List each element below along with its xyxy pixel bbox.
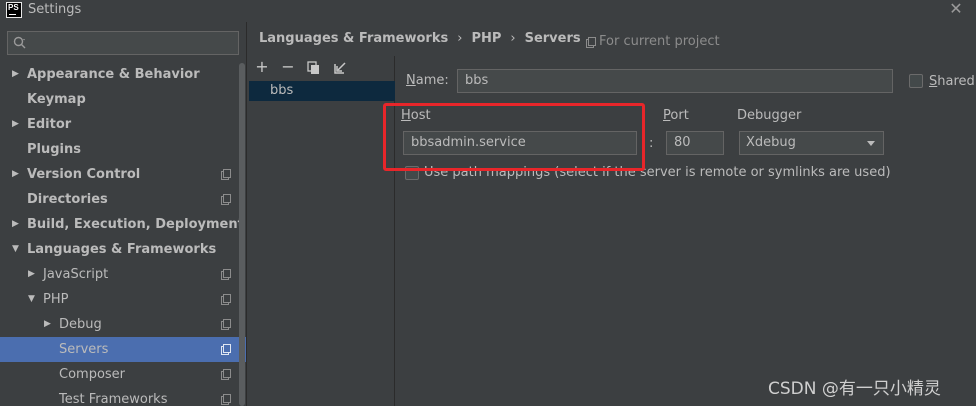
breadcrumb-separator: › — [457, 31, 463, 46]
search-icon — [13, 36, 26, 49]
breadcrumb: Languages & Frameworks › PHP › Servers — [259, 31, 581, 49]
chevron-down-icon[interactable]: ▼ — [28, 287, 40, 312]
breadcrumb-item: PHP — [471, 31, 502, 46]
import-icon — [334, 62, 346, 74]
chevron-right-icon[interactable]: ▶ — [28, 262, 40, 287]
tree-item-languages-frameworks[interactable]: ▼ Languages & Frameworks — [0, 237, 246, 262]
copy-icon — [307, 61, 319, 74]
port-input[interactable]: 80 — [666, 131, 724, 155]
tree-item-label: Editor — [27, 117, 72, 132]
tree-item-editor[interactable]: ▶ Editor — [0, 112, 246, 137]
add-server-button[interactable]: + — [253, 59, 271, 77]
shared-label[interactable]: Shared — [929, 74, 975, 89]
chevron-down-icon — [867, 141, 875, 146]
copy-server-button[interactable] — [305, 59, 323, 77]
tree-item-test-frameworks[interactable]: Test Frameworks — [0, 387, 246, 406]
chevron-down-icon[interactable]: ▼ — [12, 237, 24, 262]
title-bar: PS Settings ✕ — [0, 0, 976, 22]
settings-tree-panel: ▶ Appearance & Behavior Keymap ▶ Editor Plugi… — [0, 22, 247, 406]
remove-server-button[interactable]: − — [279, 59, 297, 77]
name-label: Name: — [406, 73, 449, 88]
tree-item-directories[interactable]: Directories — [0, 187, 246, 212]
highlight-annotation — [383, 103, 645, 171]
tree-item-label: Plugins — [27, 142, 81, 157]
port-colon: : — [649, 136, 654, 151]
watermark: CSDN @有一只小精灵 — [768, 379, 941, 399]
tree-item-label: Composer — [59, 367, 126, 382]
tree-item-version-control[interactable]: ▶ Version Control — [0, 162, 246, 187]
settings-search-input[interactable] — [7, 31, 239, 55]
tree-item-debug[interactable]: ▶ Debug — [0, 312, 246, 337]
shared-checkbox[interactable] — [909, 74, 923, 88]
project-scope-icon — [221, 344, 231, 355]
window-title: Settings — [28, 2, 82, 17]
close-icon[interactable]: ✕ — [946, 0, 966, 20]
tree-item-label: Version Control — [27, 167, 141, 182]
tree-item-label: Appearance & Behavior — [27, 67, 200, 82]
phpstorm-logo-icon: PS — [6, 2, 22, 18]
tree-item-php[interactable]: ▼ PHP — [0, 287, 246, 312]
for-current-project-text: For current project — [599, 34, 720, 49]
tree-item-plugins[interactable]: Plugins — [0, 137, 246, 162]
tree-item-servers[interactable]: Servers — [0, 337, 246, 362]
tree-item-build-execution-deployment[interactable]: ▶ Build, Execution, Deployment — [0, 212, 246, 237]
breadcrumb-item: Servers — [524, 31, 581, 46]
tree-item-composer[interactable]: Composer — [0, 362, 246, 387]
project-scope-icon — [221, 394, 231, 405]
project-scope-icon — [586, 37, 596, 48]
chevron-right-icon[interactable]: ▶ — [12, 112, 24, 137]
tree-item-label: Debug — [59, 317, 102, 332]
server-list-item-bbs[interactable]: bbs — [249, 81, 395, 101]
import-server-button[interactable] — [331, 59, 349, 77]
tree-item-label: JavaScript — [43, 267, 109, 282]
for-current-project-note: For current project — [586, 34, 720, 49]
servers-list-panel: + − bbs — [248, 56, 395, 406]
chevron-right-icon[interactable]: ▶ — [12, 162, 24, 187]
tree-item-label: Directories — [27, 192, 108, 207]
project-scope-icon — [221, 169, 231, 180]
project-scope-icon — [221, 369, 231, 380]
chevron-right-icon[interactable]: ▶ — [44, 312, 56, 337]
tree-item-appearance-behavior[interactable]: ▶ Appearance & Behavior — [0, 62, 246, 87]
tree-item-label: Build, Execution, Deployment — [27, 217, 244, 232]
name-input[interactable]: bbs — [457, 69, 893, 93]
tree-scrollbar-thumb[interactable] — [239, 63, 245, 406]
tree-item-label: PHP — [43, 292, 69, 307]
servers-toolbar: + − — [248, 56, 395, 81]
tree-item-keymap[interactable]: Keymap — [0, 87, 246, 112]
tree-item-label: Keymap — [27, 92, 86, 107]
chevron-right-icon[interactable]: ▶ — [12, 62, 24, 87]
breadcrumb-item: Languages & Frameworks — [259, 31, 449, 46]
breadcrumb-separator: › — [510, 31, 516, 46]
debugger-label: Debugger — [737, 108, 802, 123]
debugger-selected-value: Xdebug — [746, 135, 796, 150]
tree-item-label: Test Frameworks — [59, 392, 168, 406]
tree-item-javascript[interactable]: ▶ JavaScript — [0, 262, 246, 287]
tree-item-label: Languages & Frameworks — [27, 242, 217, 257]
project-scope-icon — [221, 294, 231, 305]
tree-item-label: Servers — [59, 342, 109, 357]
port-label: Port — [663, 108, 689, 123]
debugger-select[interactable]: Xdebug — [739, 131, 884, 155]
project-scope-icon — [221, 319, 231, 330]
tree-scrollbar[interactable] — [238, 63, 246, 406]
project-scope-icon — [221, 194, 231, 205]
project-scope-icon — [221, 269, 231, 280]
chevron-right-icon[interactable]: ▶ — [12, 212, 24, 237]
